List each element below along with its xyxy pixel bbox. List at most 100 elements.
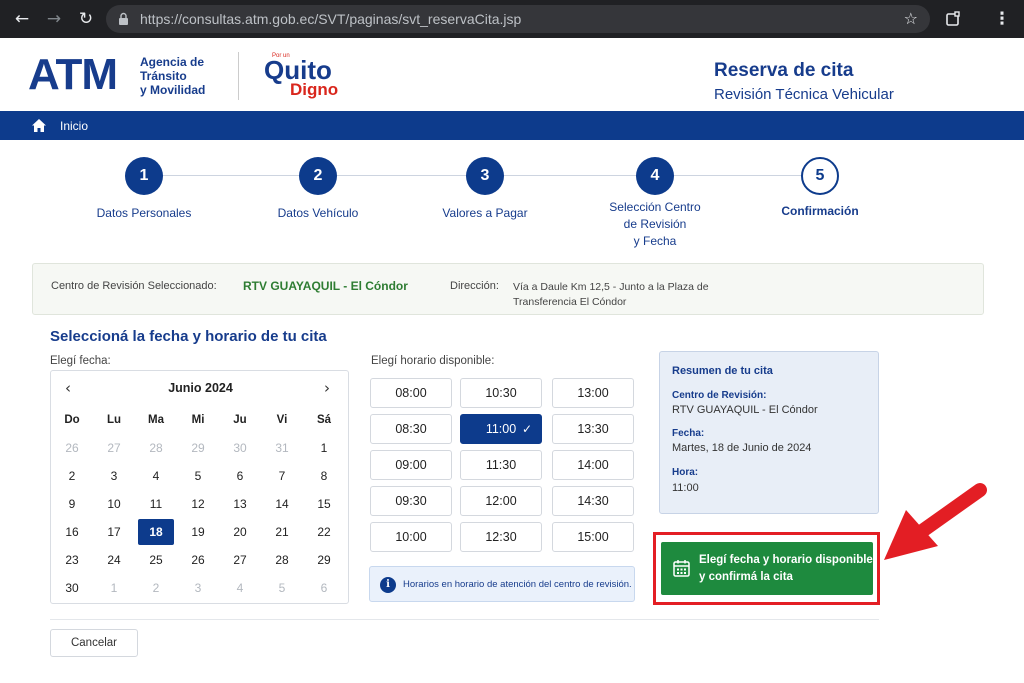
time-slot-selected[interactable]: 11:00 ✓ (460, 414, 542, 444)
back-arrow-icon[interactable]: ← (12, 9, 32, 29)
calendar-day[interactable]: 11 (135, 490, 177, 518)
calendar-day-selected[interactable]: 18 (135, 518, 177, 546)
calendar-day[interactable]: 21 (261, 518, 303, 546)
summary-fecha-label: Fecha: (672, 428, 705, 439)
calendar-weekday-row: Do Lu Ma Mi Ju Vi Sá (51, 406, 350, 434)
calendar-day: 1 (110, 581, 118, 595)
atm-logo-subtitle: Agencia de Tránsito y Movilidad (140, 55, 206, 97)
time-slot[interactable]: 15:00 (552, 522, 634, 552)
calendar-day[interactable]: 24 (93, 546, 135, 574)
browser-toolbar: ← → ↻ https://consultas.atm.gob.ec/SVT/p… (0, 0, 1024, 38)
step-label: Valores a Pagar (442, 206, 528, 220)
step-number: 5 (801, 157, 839, 195)
time-slot[interactable]: 09:30 (370, 486, 452, 516)
calendar-day[interactable]: 3 (93, 462, 135, 490)
step-label: Confirmación (781, 204, 859, 218)
time-slot[interactable]: 10:00 (370, 522, 452, 552)
weekday-label: Ju (233, 414, 247, 426)
address-bar[interactable]: https://consultas.atm.gob.ec/SVT/paginas… (106, 5, 930, 33)
time-slot[interactable]: 14:00 (552, 450, 634, 480)
step-3: 3 Valores a Pagar (405, 157, 565, 222)
calendar-day: 3 (194, 581, 202, 595)
time-slot[interactable]: 08:30 (370, 414, 452, 444)
calendar-day[interactable]: 17 (93, 518, 135, 546)
nav-link-inicio[interactable]: Inicio (60, 119, 88, 133)
page-subtitle: Revisión Técnica Vehicular (714, 86, 894, 103)
summary-centro-value: RTV GUAYAQUIL - El Cóndor (672, 404, 818, 416)
chevron-right-icon[interactable]: › (324, 379, 330, 397)
calendar-day[interactable]: 19 (177, 518, 219, 546)
weekday-label: Ma (148, 414, 164, 426)
calendar-day: 5 (278, 581, 286, 595)
time-slot[interactable]: 13:30 (552, 414, 634, 444)
calendar-month-label: Junio 2024 (168, 381, 233, 395)
calendar-day[interactable]: 14 (261, 490, 303, 518)
calendar-day[interactable]: 29 (303, 546, 345, 574)
time-slot[interactable]: 13:00 (552, 378, 634, 408)
calendar-day[interactable]: 8 (303, 462, 345, 490)
calendar-day[interactable]: 20 (219, 518, 261, 546)
confirm-button-label: Elegí fecha y horario disponible y confi… (699, 554, 873, 583)
calendar-day[interactable]: 5 (177, 462, 219, 490)
home-icon[interactable] (31, 118, 47, 133)
selected-center-box: Centro de Revisión Seleccionado: RTV GUA… (32, 263, 984, 315)
info-icon: i (380, 577, 396, 593)
atm-logo[interactable]: ATM (28, 53, 118, 97)
calendar-day[interactable]: 28 (261, 546, 303, 574)
calendar-day[interactable]: 4 (135, 462, 177, 490)
calendar-day: 26 (65, 441, 79, 455)
calendar-day[interactable]: 12 (177, 490, 219, 518)
breadcrumb-bar: Inicio (0, 111, 1024, 140)
calendar-day[interactable]: 6 (219, 462, 261, 490)
calendar-day[interactable]: 25 (135, 546, 177, 574)
calendar-day[interactable]: 13 (219, 490, 261, 518)
cancel-button[interactable]: Cancelar (50, 629, 138, 657)
reload-icon[interactable]: ↻ (76, 9, 96, 29)
step-label: Datos Personales (96, 206, 192, 220)
time-slot[interactable]: 08:00 (370, 378, 452, 408)
address-value: Vía a Daule Km 12,5 - Junto a la Plaza d… (513, 281, 709, 308)
calendar-day[interactable]: 1 (303, 434, 345, 462)
schedule-info-note: i Horarios en horario de atención del ce… (369, 566, 635, 602)
time-slot[interactable]: 09:00 (370, 450, 452, 480)
calendar-day[interactable]: 2 (51, 462, 93, 490)
calendar-day[interactable]: 10 (93, 490, 135, 518)
calendar-day: 30 (233, 441, 247, 455)
calendar-day[interactable]: 9 (51, 490, 93, 518)
weekday-label: Mi (191, 414, 205, 426)
summary-hora-label: Hora: (672, 467, 699, 478)
summary-title: Resumen de tu cita (672, 365, 773, 377)
step-number: 4 (636, 157, 674, 195)
time-slot[interactable]: 11:30 (460, 450, 542, 480)
calendar-day[interactable]: 22 (303, 518, 345, 546)
bookmark-star-icon[interactable]: ☆ (904, 9, 918, 28)
calendar-day[interactable]: 30 (51, 574, 93, 602)
center-label: Centro de Revisión Seleccionado: (51, 280, 217, 292)
time-slot[interactable]: 12:30 (460, 522, 542, 552)
calendar-day[interactable]: 26 (177, 546, 219, 574)
appointment-summary: Resumen de tu cita Centro de Revisión: R… (659, 351, 879, 514)
weekday-label: Lu (106, 414, 122, 426)
step-number: 2 (299, 157, 337, 195)
time-slot[interactable]: 12:00 (460, 486, 542, 516)
summary-hora-value: 11:00 (672, 482, 699, 494)
menu-dots-icon[interactable]: ⋮ (992, 9, 1012, 29)
pointer-arrow-icon (884, 483, 987, 560)
extensions-icon[interactable] (945, 11, 961, 27)
step-2: 2 Datos Vehículo (238, 157, 398, 222)
time-slot[interactable]: 14:30 (552, 486, 634, 516)
url-text: https://consultas.atm.gob.ec/SVT/paginas… (140, 11, 522, 27)
page-title: Reserva de cita (714, 60, 854, 81)
calendar-day[interactable]: 16 (51, 518, 93, 546)
weekday-label: Sá (316, 414, 332, 426)
digno-logo: Digno (290, 80, 339, 99)
calendar-day: 27 (107, 441, 121, 455)
confirm-appointment-button[interactable]: Elegí fecha y horario disponible y confi… (661, 542, 873, 595)
calendar-week-row: 2345678 (51, 462, 350, 490)
calendar-day[interactable]: 27 (219, 546, 261, 574)
time-slot[interactable]: 10:30 (460, 378, 542, 408)
forward-arrow-icon[interactable]: → (44, 9, 64, 29)
calendar-day[interactable]: 7 (261, 462, 303, 490)
calendar-day[interactable]: 23 (51, 546, 93, 574)
calendar-day[interactable]: 15 (303, 490, 345, 518)
